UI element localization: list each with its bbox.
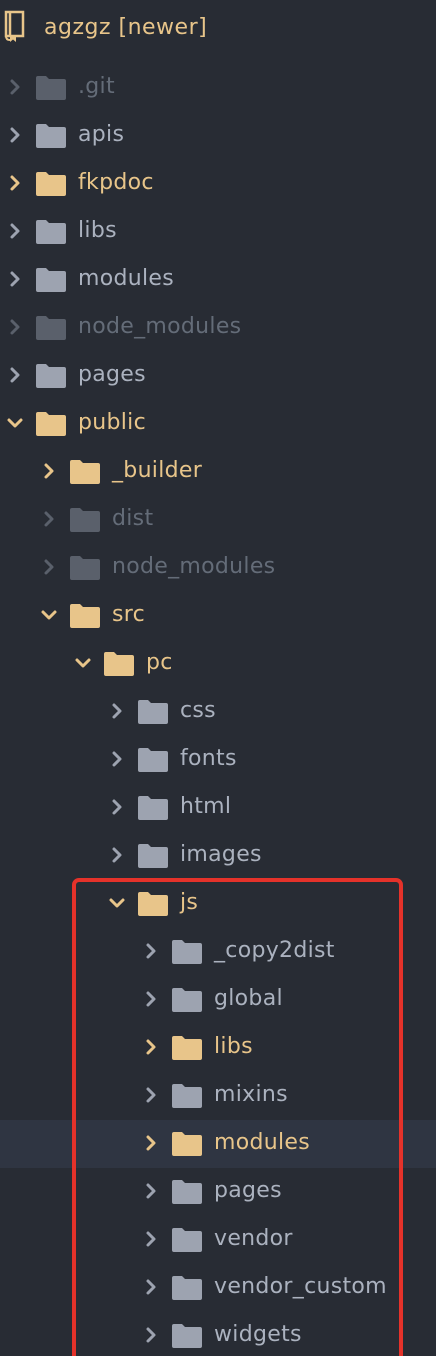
chevron-right-icon[interactable] [106,748,128,770]
folder-icon [36,268,66,292]
chevron-down-icon[interactable] [4,412,26,434]
tree-item-label: fkpdoc [78,170,154,195]
folder-icon [138,844,168,868]
chevron-right-icon[interactable] [106,844,128,866]
folder-icon [70,460,100,484]
chevron-down-icon[interactable] [72,652,94,674]
tree-item-label: node_modules [78,314,242,339]
tree-item-label: fonts [180,746,237,771]
project-title: agzgz [newer] [44,15,208,40]
tree-item-label: node_modules [112,554,276,579]
folder-icon [36,124,66,148]
tree-item-label: modules [78,266,175,291]
tree-item-label: html [180,794,232,819]
folder-open-icon [36,412,66,436]
folder-icon [138,700,168,724]
tree-item-label: libs [78,218,117,243]
tree-item-modules[interactable]: modules [0,256,436,304]
tree-item-label: images [180,842,262,867]
chevron-right-icon[interactable] [4,124,26,146]
tree-item-src[interactable]: src [0,592,436,640]
tree-item-label: .git [78,74,115,99]
chevron-right-icon[interactable] [4,76,26,98]
tree-item-pages[interactable]: pages [0,352,436,400]
tree-item-public[interactable]: public [0,400,436,448]
tree-item-libs[interactable]: libs [0,208,436,256]
chevron-right-icon[interactable] [106,796,128,818]
tree-item-dist[interactable]: dist [0,496,436,544]
tree-item-git[interactable]: .git [0,64,436,112]
chevron-down-icon[interactable] [38,604,60,626]
tree-item-label: public [78,410,146,435]
folder-icon [36,76,66,100]
folder-icon [36,172,66,196]
tree-item-pc[interactable]: pc [0,640,436,688]
folder-icon [138,796,168,820]
tree-item-label: _builder [112,458,203,483]
folder-icon [70,508,100,532]
folder-icon [138,748,168,772]
tree-item-label: pc [146,650,173,675]
chevron-right-icon[interactable] [38,556,60,578]
repository-book-icon [4,10,25,42]
tree-item-css[interactable]: css [0,688,436,736]
tree-item-html[interactable]: html [0,784,436,832]
tree-item-fonts[interactable]: fonts [0,736,436,784]
tree-item-label: css [180,698,216,723]
tree-item-builder[interactable]: _builder [0,448,436,496]
chevron-right-icon[interactable] [38,460,60,482]
tree-item-node-modules[interactable]: node_modules [0,304,436,352]
chevron-right-icon[interactable] [4,268,26,290]
tree-item-label: apis [78,122,125,147]
tree-item-label: src [112,602,146,627]
chevron-right-icon[interactable] [4,220,26,242]
tree-item-label: pages [78,362,146,387]
folder-icon [36,364,66,388]
project-header[interactable]: agzgz [newer] [0,0,436,56]
tree-item-apis[interactable]: apis [0,112,436,160]
tree-item-images[interactable]: images [0,832,436,880]
chevron-right-icon[interactable] [4,316,26,338]
folder-icon [36,316,66,340]
folder-icon [70,556,100,580]
chevron-right-icon[interactable] [4,364,26,386]
highlight-annotation [72,878,403,1356]
chevron-right-icon[interactable] [106,700,128,722]
chevron-right-icon[interactable] [38,508,60,530]
folder-open-icon [70,604,100,628]
folder-icon [36,220,66,244]
folder-open-icon [104,652,134,676]
chevron-right-icon[interactable] [4,172,26,194]
tree-item-label: dist [112,506,154,531]
project-tree-panel: agzgz [newer] .git apis fkpdoc libs modules n… [0,0,436,1356]
tree-item-node-modules[interactable]: node_modules [0,544,436,592]
tree-item-fkpdoc[interactable]: fkpdoc [0,160,436,208]
